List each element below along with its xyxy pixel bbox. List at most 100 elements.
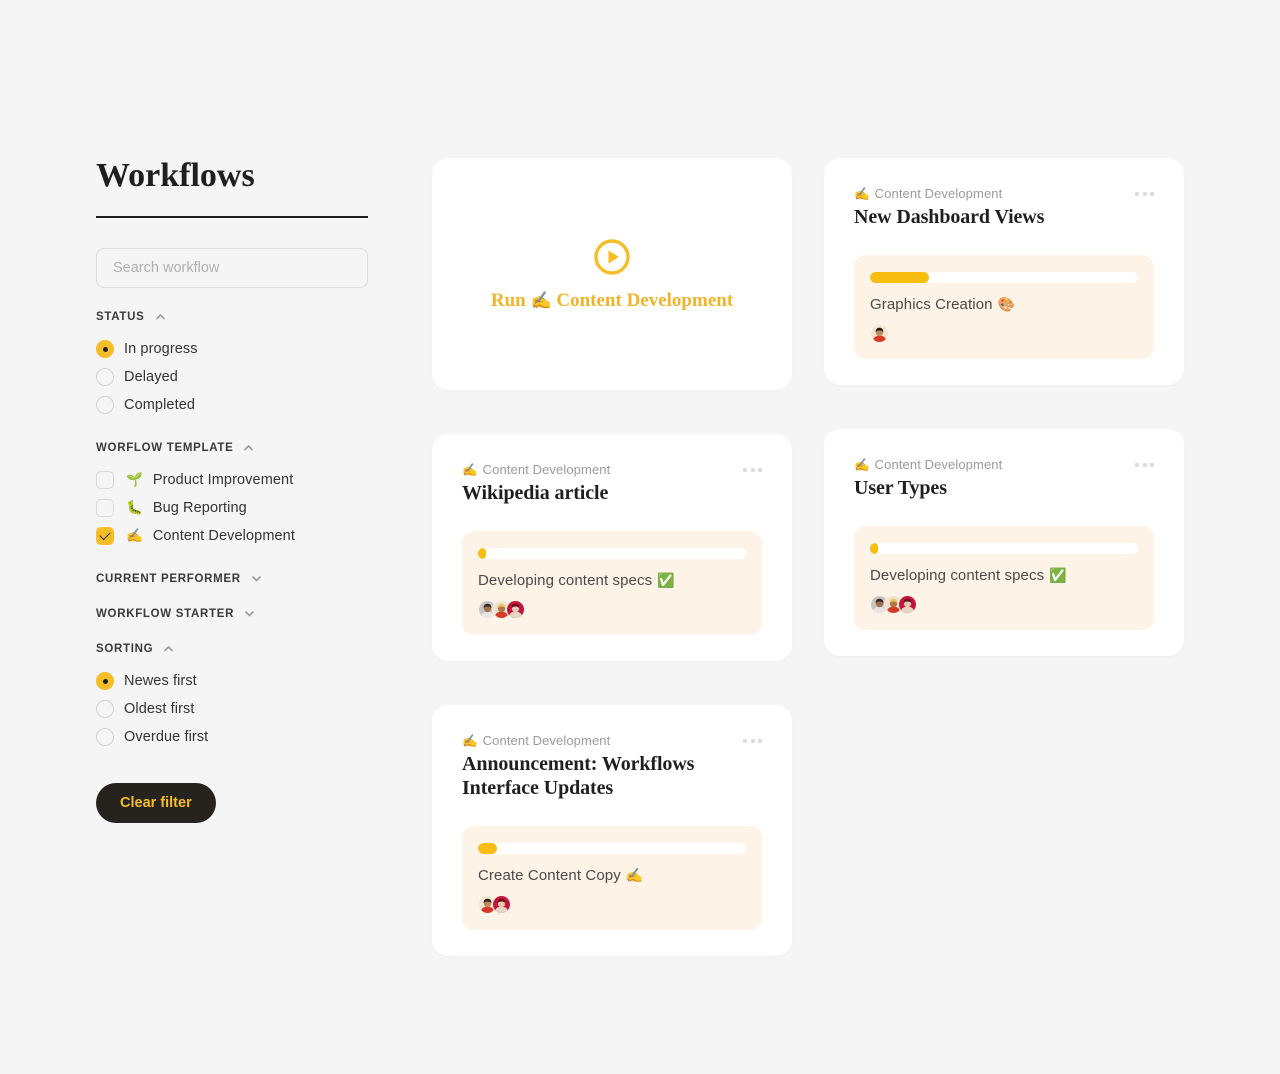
run-workflow-card[interactable]: Run ✍️ Content Development [432,158,792,390]
checkbox-option-bug-reporting[interactable]: 🐛 Bug Reporting [96,494,368,522]
option-emoji-icon: 🐛 [126,500,143,516]
filter-group-label: CURRENT PERFORMER [96,572,241,585]
task-progress-fill [870,272,929,283]
card-template-tag: ✍️ Content Development [854,457,1127,473]
clear-filter-button[interactable]: Clear filter [96,783,216,823]
search-input[interactable] [96,248,368,288]
card-header: ✍️ Content Development Announcement: Workf… [462,733,762,800]
radio-option-in-progress[interactable]: In progress [96,335,368,363]
option-label: Overdue first [124,729,209,745]
filter-group-header[interactable]: STATUS [96,310,368,323]
chevron-up-icon[interactable] [154,310,167,323]
task-progress-fill [870,543,879,554]
radio-button-checked[interactable] [96,672,114,690]
card-header: ✍️ Content Development Wikipedia article [462,462,762,505]
filter-group-header[interactable]: WORFLOW TEMPLATE [96,441,368,454]
filters-sidebar: Workflows STATUS In progress Delayed Comple… [96,156,368,823]
option-label: In progress [124,341,198,357]
checkbox-option-product-improvement[interactable]: 🌱 Product Improvement [96,466,368,494]
task-name-row: Developing content specs ✅ [478,572,746,589]
card-meta: ✍️ Content Development New Dashboard Views [854,186,1127,229]
workflow-card[interactable]: ✍️ Content Development Announcement: Workf… [432,705,792,956]
radio-button-unchecked[interactable] [96,368,114,386]
board-column-left: Run ✍️ Content Development ✍️ Content Dev… [432,158,792,1000]
filter-group-workflow-starter: WORKFLOW STARTER [96,607,368,620]
card-title: Wikipedia article [462,482,609,504]
assignee-avatars [870,595,1138,614]
workflow-card[interactable]: ✍️ Content Development New Dashboard Views… [824,158,1184,385]
checkbox-checked[interactable] [96,527,114,545]
filter-group-header[interactable]: CURRENT PERFORMER [96,572,368,585]
more-options-icon[interactable] [735,462,762,472]
play-circle-icon [594,239,630,275]
assignee-avatars [478,600,746,619]
card-header: ✍️ Content Development New Dashboard Views [854,186,1154,229]
more-options-icon[interactable] [1127,186,1154,196]
option-label: Content Development [152,528,295,544]
filter-group-label: WORKFLOW STARTER [96,607,235,620]
filter-group-current-performer: CURRENT PERFORMER [96,572,368,585]
task-progress-bar [870,272,1138,283]
radio-option-completed[interactable]: Completed [96,391,368,419]
option-label: Oldest first [124,701,195,717]
task-name-row: Developing content specs ✅ [870,567,1138,584]
filter-options: Newes first Oldest first Overdue first [96,667,368,751]
radio-option-newes-first[interactable]: Newes first [96,667,368,695]
card-title: New Dashboard Views [854,206,1045,228]
filter-options: 🌱 Product Improvement 🐛 Bug Reporting ✍️ Cont… [96,466,368,550]
chevron-up-icon[interactable] [162,642,175,655]
filter-group-header[interactable]: SORTING [96,642,368,655]
filter-groups: STATUS In progress Delayed Completed WORFLOW… [96,310,368,751]
radio-option-overdue-first[interactable]: Overdue first [96,723,368,751]
option-label: Product Improvement [152,472,294,488]
radio-button-unchecked[interactable] [96,700,114,718]
checkbox-unchecked[interactable] [96,499,114,517]
card-meta: ✍️ Content Development Wikipedia article [462,462,735,505]
board-column-right: ✍️ Content Development New Dashboard Views… [824,158,1184,700]
more-options-icon[interactable] [1127,457,1154,467]
radio-option-delayed[interactable]: Delayed [96,363,368,391]
checkbox-option-content-development[interactable]: ✍️ Content Development [96,522,368,550]
workflow-card[interactable]: ✍️ Content Development User Types Developin… [824,429,1184,656]
card-template-label: Content Development [874,457,1003,472]
filter-group-sorting: SORTING Newes first Oldest first Overdue fi… [96,642,368,751]
workflows-page: Workflows STATUS In progress Delayed Comple… [0,0,1280,1074]
workflow-card[interactable]: ✍️ Content Development Wikipedia article De… [432,434,792,661]
pencil-emoji-icon: ✍️ [854,458,870,472]
filter-group-header[interactable]: WORKFLOW STARTER [96,607,368,620]
filter-group-worflow-template: WORFLOW TEMPLATE 🌱 Product Improvement 🐛 Bug… [96,441,368,550]
option-emoji-icon: 🌱 [126,472,143,488]
task-progress-bar [478,843,746,854]
filter-group-status: STATUS In progress Delayed Completed [96,310,368,419]
radio-button-unchecked[interactable] [96,396,114,414]
task-progress-fill [478,548,487,559]
current-task-panel: Create Content Copy ✍️ [462,826,762,930]
card-meta: ✍️ Content Development Announcement: Workf… [462,733,735,800]
task-name-label: Graphics Creation [870,296,993,313]
page-title: Workflows [96,157,255,194]
chevron-up-icon[interactable] [242,441,255,454]
task-name-row: Create Content Copy ✍️ [478,867,746,884]
current-task-panel: Graphics Creation 🎨 [854,255,1154,359]
chevron-down-icon[interactable] [250,572,263,585]
avatar [898,595,917,614]
card-template-tag: ✍️ Content Development [854,186,1127,202]
task-name-label: Developing content specs [870,567,1045,584]
pencil-emoji-icon: ✍️ [530,291,552,311]
chevron-down-icon[interactable] [243,607,256,620]
radio-button-checked[interactable] [96,340,114,358]
checkbox-unchecked[interactable] [96,471,114,489]
filter-options: In progress Delayed Completed [96,335,368,419]
pencil-emoji-icon: ✍️ [462,463,478,477]
card-title: User Types [854,477,947,499]
radio-button-unchecked[interactable] [96,728,114,746]
filter-group-label: SORTING [96,642,154,655]
option-label: Delayed [124,369,178,385]
more-options-icon[interactable] [735,733,762,743]
avatar [506,600,525,619]
card-template-tag: ✍️ Content Development [462,462,735,478]
avatar [870,324,889,343]
radio-option-oldest-first[interactable]: Oldest first [96,695,368,723]
task-progress-fill [478,843,497,854]
card-header: ✍️ Content Development User Types [854,457,1154,500]
